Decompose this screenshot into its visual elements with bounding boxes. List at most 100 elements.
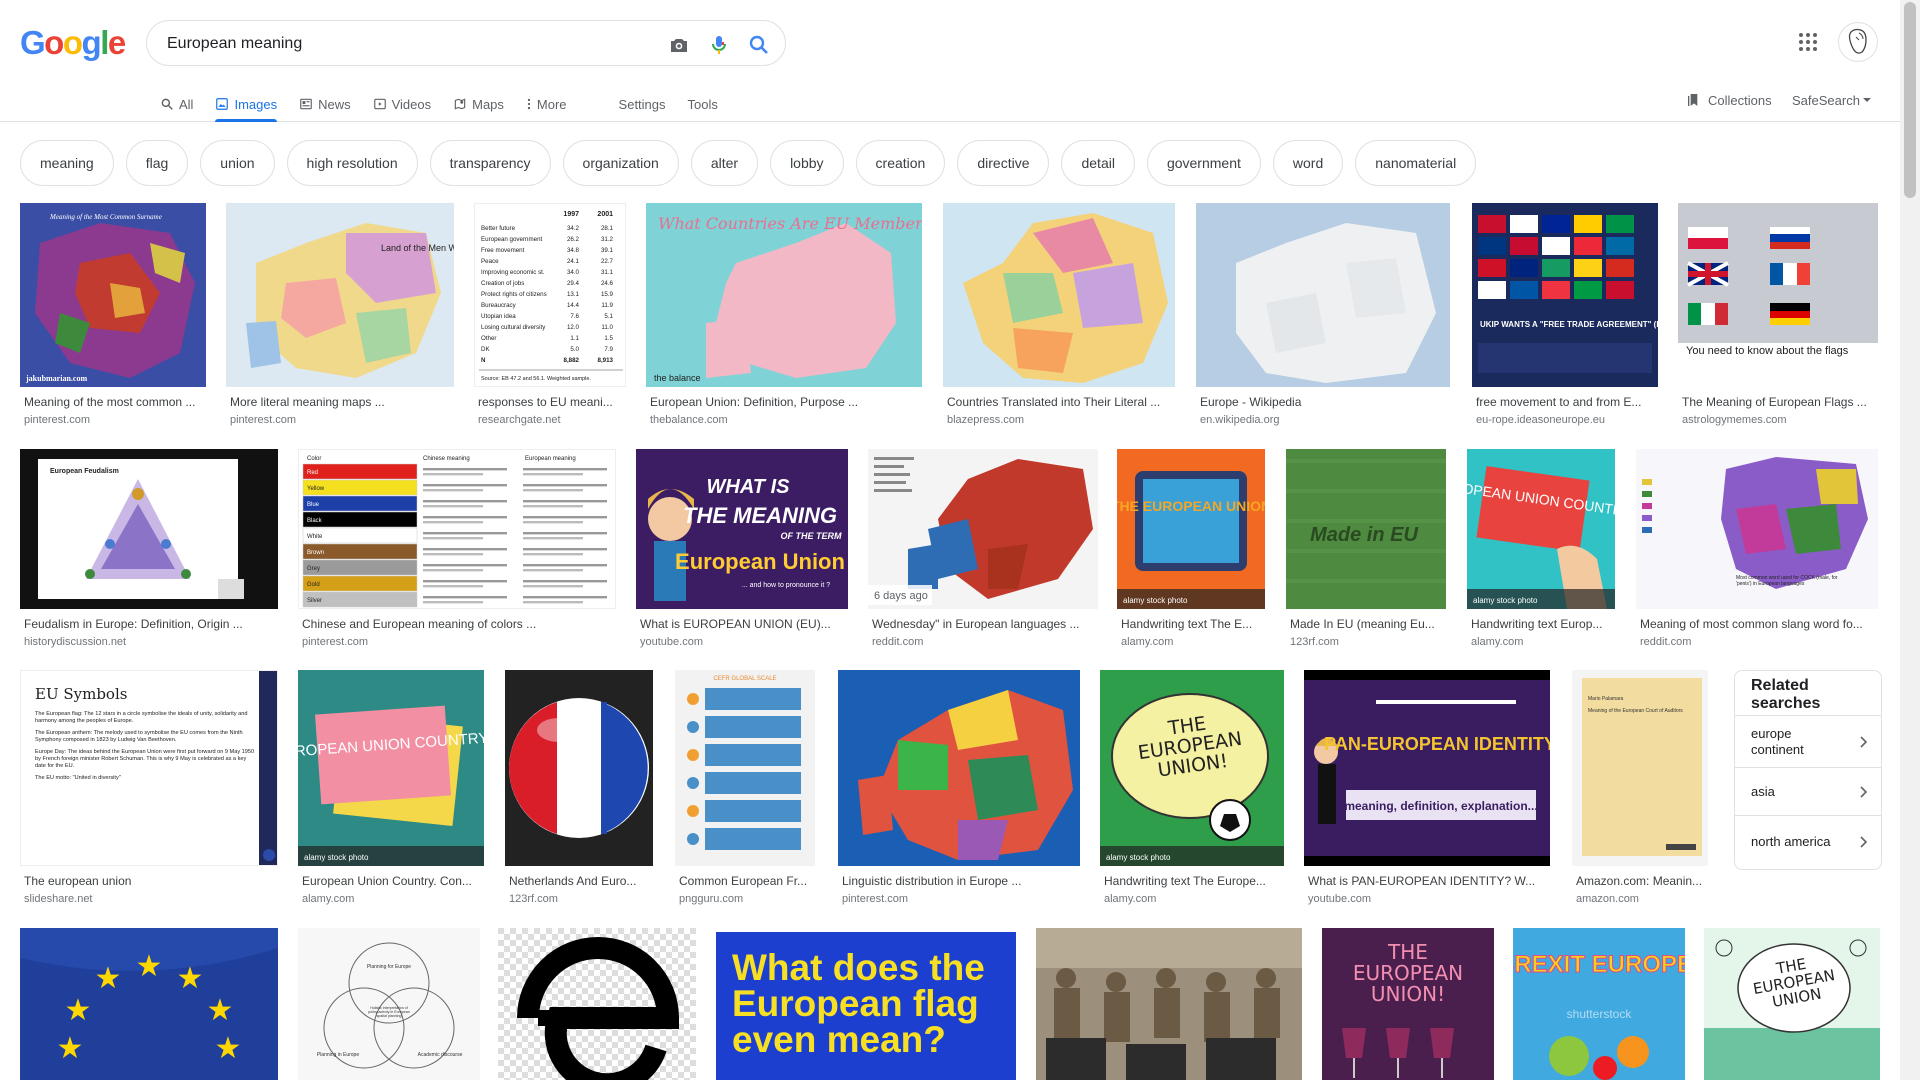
thumb-text: 8,882 <box>564 357 580 364</box>
result-thumbnail: Land of the Men Who Row <box>226 203 454 387</box>
thumb-text: European Feudalism <box>50 468 119 475</box>
tab-videos[interactable]: Videos <box>373 86 431 122</box>
result-source: alamy.com <box>1121 636 1174 648</box>
thumb-text: 28.1 <box>601 225 614 232</box>
result-thumbnail <box>1036 928 1302 1080</box>
color-swatch <box>302 495 418 512</box>
text-line <box>423 468 507 471</box>
related-item[interactable]: asia <box>1735 767 1881 815</box>
video-icon <box>373 98 386 110</box>
avatar[interactable] <box>1838 22 1878 62</box>
tab-label: Maps <box>472 96 504 112</box>
related-item[interactable]: europe continent <box>1735 715 1881 767</box>
chip[interactable]: high resolution <box>286 140 418 186</box>
text-line <box>523 532 607 535</box>
thumb-text: Meaning of the Most Common Surname <box>49 213 162 221</box>
result-thumbnail <box>498 928 696 1080</box>
chip[interactable]: nanomaterial <box>1355 140 1477 186</box>
scrollbar[interactable] <box>1900 0 1920 1080</box>
text-line <box>523 473 583 476</box>
related-item[interactable]: north america <box>1735 815 1881 869</box>
thumb-text: 1997 <box>563 211 579 218</box>
thumb-text: 7.9 <box>604 346 613 353</box>
scroll-thumb[interactable] <box>1904 2 1916 198</box>
text-line <box>523 564 607 567</box>
thumb-text: Improving economic st. <box>481 269 545 276</box>
more-vert-icon <box>527 98 531 110</box>
thumb-text: BREXIT EUROPE! <box>1513 951 1685 978</box>
thumb-text: alamy stock photo <box>304 853 369 862</box>
result-source: pinterest.com <box>230 414 297 426</box>
thumb-text: meaning, definition, explanation... <box>1344 799 1537 813</box>
thumb-text: ... and how to pronounce it ? <box>742 582 830 589</box>
text-line <box>423 473 483 476</box>
result-title: What is EUROPEAN UNION (EU)... <box>640 617 831 631</box>
thumb-text: Yellow <box>307 486 325 492</box>
svg-text:★: ★ <box>57 1031 84 1066</box>
tab-more[interactable]: More <box>526 86 567 122</box>
tab-label: News <box>318 96 351 112</box>
result-thumbnail: Meaning of the Most Common Surname jakub… <box>20 203 206 387</box>
tab-tools[interactable]: Tools <box>688 86 718 122</box>
chip[interactable]: government <box>1146 140 1261 186</box>
thumb-text: Losing cultural diversity <box>481 324 546 331</box>
filter-chips: meaning flag union high resolution trans… <box>20 140 1488 186</box>
google-logo[interactable]: Google <box>20 24 126 62</box>
chip[interactable]: detail <box>1061 140 1135 186</box>
collections-link[interactable]: Collections <box>1686 88 1772 112</box>
safesearch-dropdown[interactable]: SafeSearch <box>1792 88 1872 112</box>
result-thumbnail: CEFR GLOBAL SCALE <box>675 670 815 866</box>
chip[interactable]: lobby <box>770 140 844 186</box>
chip[interactable]: flag <box>125 140 189 186</box>
thumb-text: Meaning of the European Court of Auditor… <box>1588 708 1683 714</box>
thumb-text: 34.0 <box>567 269 580 276</box>
result-title: Common European Fr... <box>679 874 808 888</box>
tab-news[interactable]: News <box>299 86 351 122</box>
color-swatch <box>302 463 418 480</box>
chip[interactable]: alter <box>690 140 759 186</box>
chip[interactable]: transparency <box>429 140 551 186</box>
chip[interactable]: creation <box>855 140 946 186</box>
tab-maps[interactable]: Maps <box>453 86 504 122</box>
related-item-label: north america <box>1751 834 1831 849</box>
thumb-text: jakubmarian.com <box>25 374 87 383</box>
result-source: blazepress.com <box>947 414 1025 426</box>
apps-grid-icon[interactable] <box>1796 30 1820 54</box>
thumb-text: 2001 <box>597 211 613 218</box>
tab-all[interactable]: All <box>160 86 193 122</box>
thumb-text: 15.9 <box>601 291 614 298</box>
result-thumbnail: THE EUROPEAN UNION! alamy stock photo <box>1100 670 1284 866</box>
svg-text:★: ★ <box>177 961 204 996</box>
result-title: Made In EU (meaning Eu... <box>1290 617 1435 631</box>
result-thumbnail: Color Chinese meaning European meaning Red Y… <box>298 449 616 609</box>
chip[interactable]: meaning <box>20 140 114 186</box>
thumb-text: Most common word used for COCK (male, fo… <box>1736 575 1838 587</box>
camera-icon[interactable] <box>667 33 691 57</box>
microphone-icon[interactable] <box>707 33 731 57</box>
thumb-text: THE EUROPEAN UNION! <box>1352 942 1464 1006</box>
bookmark-icon <box>1688 94 1698 106</box>
result-thumbnail: UKIP WANTS A "FREE TRADE AGREEMENT" (FTA… <box>1472 203 1658 387</box>
chip[interactable]: organization <box>562 140 679 186</box>
chip[interactable]: word <box>1272 140 1344 186</box>
thumb-text: UKIP WANTS A "FREE TRADE AGREEMENT" (FTA… <box>1480 320 1658 329</box>
tab-label: More <box>536 96 567 112</box>
search-icon[interactable] <box>747 33 771 57</box>
result-source: pngguru.com <box>679 893 744 905</box>
result-thumbnail: EUROPEAN UNION COUNTRY! alamy stock phot… <box>1467 449 1615 609</box>
chip[interactable]: directive <box>957 140 1050 186</box>
tab-settings[interactable]: Settings <box>619 86 666 122</box>
tab-images[interactable]: Images <box>215 86 277 122</box>
thumb-text: White <box>307 534 323 540</box>
thumb-text: 24.6 <box>601 280 614 287</box>
result-source: researchgate.net <box>478 414 561 426</box>
result-title: Wednesday" in European languages ... <box>872 617 1080 631</box>
thumb-text: European Union <box>675 549 845 574</box>
thumb-text: PAN-EUROPEAN IDENTITY <box>1324 734 1550 754</box>
top-header: Google All Images News <box>0 0 1900 122</box>
result-source: pinterest.com <box>302 636 369 648</box>
search-input[interactable] <box>167 33 627 55</box>
chip[interactable]: union <box>200 140 275 186</box>
result-source: amazon.com <box>1576 893 1639 905</box>
chevron-right-icon <box>1860 836 1868 848</box>
